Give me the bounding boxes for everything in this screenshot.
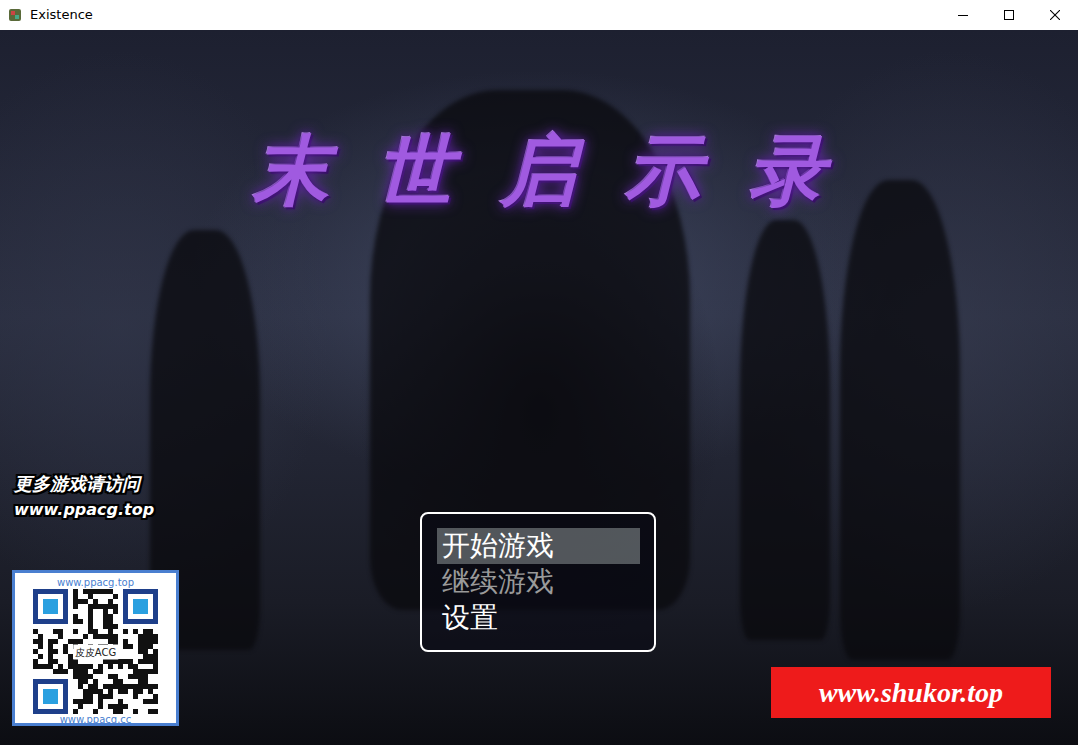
site-banner: www.shukor.top (771, 667, 1051, 718)
minimize-icon (958, 10, 968, 20)
maximize-button[interactable] (986, 0, 1032, 30)
qr-pattern-wrap: 皮皮ACG (33, 589, 158, 714)
promo-text: 更多游戏请访问 (14, 470, 140, 497)
close-button[interactable] (1032, 0, 1078, 30)
qr-bottom-text: www.ppacg.cc (60, 714, 132, 726)
background-figure (840, 180, 960, 660)
menu-item[interactable]: 设置 (437, 600, 640, 636)
game-screen[interactable]: 末世启示录开始游戏继续游戏设置更多游戏请访问www.ppacg.topwww.p… (0, 30, 1078, 745)
title-wrap: 末世启示录 (0, 30, 1078, 221)
title-area: Existence (0, 5, 940, 25)
maximize-icon (1004, 10, 1014, 20)
qr-center-text: 皮皮ACG (73, 644, 118, 659)
title-bar: Existence (0, 0, 1078, 30)
promo-url: www.ppacg.top (14, 498, 154, 522)
title-menu: 开始游戏继续游戏设置 (420, 512, 656, 652)
app-window: Existence末世启示录开始游戏继续游戏设置更多游戏请访问www.ppacg… (0, 0, 1078, 745)
window-title: Existence (30, 5, 93, 25)
minimize-button[interactable] (940, 0, 986, 30)
menu-item[interactable]: 开始游戏 (437, 528, 640, 564)
menu-item: 继续游戏 (437, 564, 640, 600)
background-figure (740, 220, 830, 640)
qr-code: www.ppacg.top 皮皮ACG www.ppacg.cc (12, 570, 179, 726)
close-icon (1050, 10, 1060, 20)
app-icon (8, 8, 22, 22)
qr-top-text: www.ppacg.top (57, 577, 134, 589)
game-title: 末世启示录 (205, 122, 873, 221)
